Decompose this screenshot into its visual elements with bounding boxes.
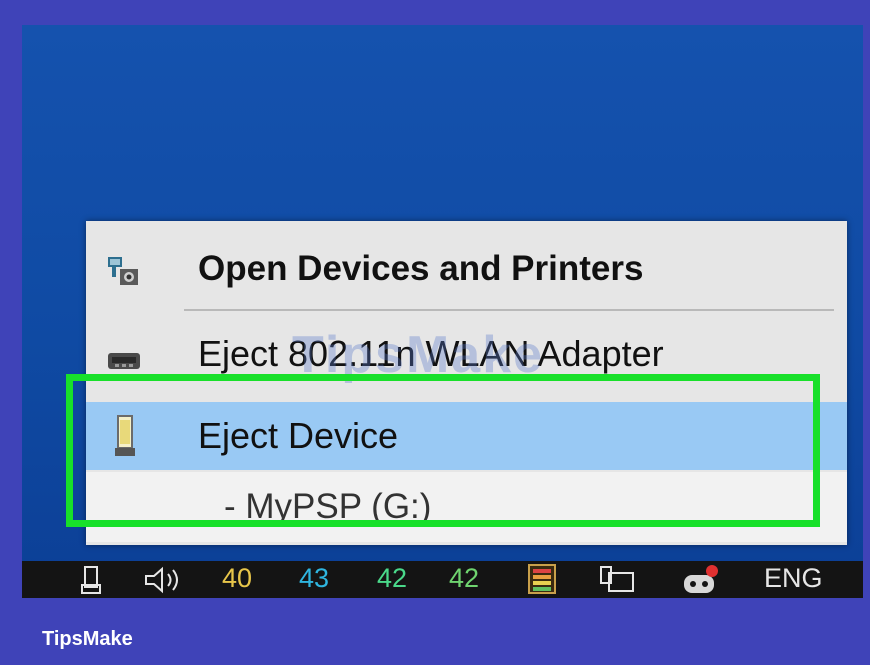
menu-separator <box>184 309 834 311</box>
usb-drive-icon <box>114 414 136 463</box>
screenshot-frame: Open Devices and Printers Eject 802.11n … <box>22 25 863 598</box>
game-controller-icon[interactable] <box>682 563 720 598</box>
language-indicator[interactable]: ENG <box>764 563 823 594</box>
tray-number: 42 <box>449 563 480 593</box>
footer-brand: TipsMake <box>42 628 133 650</box>
usb-icon[interactable] <box>80 565 102 598</box>
tray-number: 43 <box>299 563 330 593</box>
usb-adapter-icon <box>106 350 142 377</box>
tray-number: 40 <box>222 563 253 593</box>
menu-item-mypsp-drive[interactable]: - MyPSP (G:) <box>86 472 847 542</box>
meter-icon[interactable] <box>527 563 557 598</box>
menu-item-eject-device[interactable]: Eject Device <box>86 402 847 470</box>
menu-item-label: - MyPSP (G:) <box>224 487 432 526</box>
tray-number: 42 <box>377 563 408 593</box>
menu-item-label: Open Devices and Printers <box>198 249 644 288</box>
network-icon[interactable] <box>599 565 635 598</box>
watermark: TipsMake <box>292 326 545 384</box>
menu-item-open-devices-printers[interactable]: Open Devices and Printers <box>86 229 847 309</box>
devices-printers-icon <box>106 251 140 292</box>
volume-icon[interactable] <box>142 565 186 598</box>
menu-item-label: Eject Device <box>198 415 399 456</box>
taskbar: 40 43 42 42 ENG <box>22 561 863 598</box>
